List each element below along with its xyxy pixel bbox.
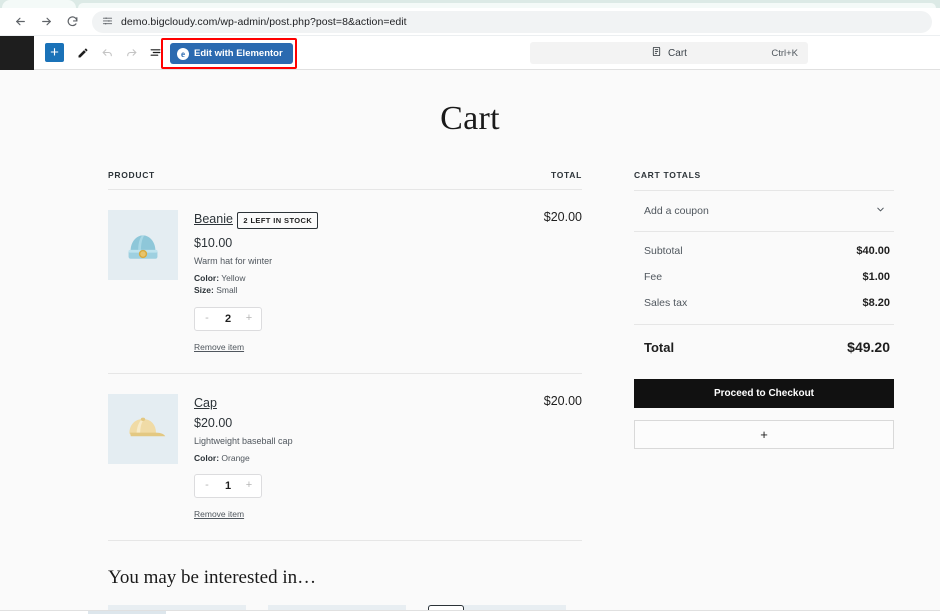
- line-total: $20.00: [532, 210, 582, 355]
- cap-icon[interactable]: [108, 394, 178, 464]
- product-variation: Size: Small: [194, 284, 532, 296]
- express-payment-button[interactable]: +: [634, 420, 894, 449]
- document-icon: [651, 46, 662, 60]
- cart-table-header: PRODUCT TOTAL: [108, 170, 582, 190]
- edit-with-elementor-label: Edit with Elementor: [194, 48, 283, 59]
- wp-editor-toolbar: + e Edit with Elementor Cart Ctrl+K: [0, 36, 940, 70]
- forward-arrow-icon[interactable]: [34, 10, 58, 34]
- total-line-sales-tax: Sales tax $8.20: [634, 290, 894, 316]
- quantity-decrement-button[interactable]: -: [202, 480, 212, 491]
- site-settings-icon[interactable]: [102, 13, 113, 31]
- add-coupon-label: Add a coupon: [644, 205, 709, 217]
- product-variation: Color: Yellow: [194, 272, 532, 284]
- total-line-value: $1.00: [862, 271, 890, 283]
- total-line-value: $8.20: [862, 297, 890, 309]
- sale-badge: SALE: [428, 605, 464, 610]
- status-bar-indicator: [88, 611, 166, 614]
- proceed-to-checkout-button[interactable]: Proceed to Checkout: [634, 379, 894, 408]
- total-line-value: $40.00: [856, 245, 890, 257]
- remove-item-link[interactable]: Remove item: [194, 342, 244, 352]
- total-line-label: Sales tax: [644, 297, 687, 309]
- product-description: Warm hat for winter: [194, 256, 532, 266]
- edit-with-elementor-button[interactable]: e Edit with Elementor: [170, 43, 293, 64]
- list-view-icon[interactable]: [144, 42, 166, 64]
- variation-value: Small: [216, 285, 237, 295]
- total-line-label: Fee: [644, 271, 662, 283]
- reload-icon[interactable]: [60, 10, 84, 34]
- quantity-value: 2: [225, 313, 231, 325]
- cross-sells-section: You may be interested in… SALE: [0, 567, 940, 610]
- cart-totals-title: CART TOTALS: [634, 170, 894, 191]
- quantity-value: 1: [225, 480, 231, 492]
- undo-icon[interactable]: [96, 42, 118, 64]
- editor-canvas: Cart PRODUCT TOTAL: [0, 70, 940, 610]
- address-bar[interactable]: demo.bigcloudy.com/wp-admin/post.php?pos…: [92, 11, 932, 33]
- pencil-icon[interactable]: [72, 42, 94, 64]
- column-header-product: PRODUCT: [108, 170, 155, 180]
- add-coupon-toggle[interactable]: Add a coupon: [634, 191, 894, 232]
- editor-status-bar: Page: [0, 610, 940, 616]
- browser-tab-strip[interactable]: [0, 0, 940, 8]
- remove-item-link[interactable]: Remove item: [194, 509, 244, 519]
- row-details: Beanie 2 LEFT IN STOCK $10.00 Warm hat f…: [194, 210, 532, 355]
- command-bar-shortcut: Ctrl+K: [771, 48, 798, 59]
- browser-toolbar: demo.bigcloudy.com/wp-admin/post.php?pos…: [0, 8, 940, 36]
- quantity-stepper[interactable]: - 1 +: [194, 474, 262, 498]
- totals-lines: Subtotal $40.00 Fee $1.00 Sales tax $8.2…: [634, 232, 894, 325]
- column-header-total: TOTAL: [551, 170, 582, 180]
- total-line-fee: Fee $1.00: [634, 264, 894, 290]
- beanie-icon[interactable]: [108, 210, 178, 280]
- product-price: $20.00: [194, 416, 532, 430]
- cross-sells-heading: You may be interested in…: [108, 567, 892, 605]
- elementor-logo-icon: e: [177, 48, 189, 60]
- address-bar-url: demo.bigcloudy.com/wp-admin/post.php?pos…: [121, 16, 407, 28]
- quantity-increment-button[interactable]: +: [244, 313, 254, 324]
- total-line-subtotal: Subtotal $40.00: [634, 238, 894, 264]
- variation-value: Orange: [221, 453, 249, 463]
- redo-icon[interactable]: [120, 42, 142, 64]
- command-bar-title: Cart: [668, 48, 687, 59]
- command-palette-bar[interactable]: Cart Ctrl+K: [530, 42, 808, 64]
- page-title: Cart: [0, 70, 940, 138]
- product-link[interactable]: Beanie: [194, 212, 233, 226]
- row-details: Cap $20.00 Lightweight baseball cap Colo…: [194, 394, 532, 522]
- grand-total-label: Total: [644, 340, 674, 355]
- browser-active-tab[interactable]: [2, 0, 76, 8]
- grand-total-row: Total $49.20: [634, 325, 894, 371]
- quantity-increment-button[interactable]: +: [244, 480, 254, 491]
- product-price: $10.00: [194, 236, 532, 250]
- add-block-button[interactable]: +: [45, 43, 64, 62]
- wordpress-logo-button[interactable]: [0, 36, 34, 70]
- cart-layout: PRODUCT TOTAL Beanie 2: [0, 138, 940, 541]
- cart-totals-panel: CART TOTALS Add a coupon Subtotal $40.00…: [634, 170, 894, 449]
- product-link[interactable]: Cap: [194, 396, 217, 410]
- total-line-label: Subtotal: [644, 245, 683, 257]
- table-row: Cap $20.00 Lightweight baseball cap Colo…: [108, 374, 582, 541]
- variation-label: Size:: [194, 285, 214, 295]
- editor-tools-group: +: [34, 42, 166, 64]
- quantity-decrement-button[interactable]: -: [202, 313, 212, 324]
- product-description: Lightweight baseball cap: [194, 436, 532, 446]
- product-variation: Color: Orange: [194, 452, 532, 464]
- browser-tab-strip-background: [78, 3, 936, 8]
- line-total: $20.00: [532, 394, 582, 522]
- variation-label: Color:: [194, 453, 219, 463]
- status-badge: 2 LEFT IN STOCK: [237, 212, 318, 229]
- quantity-stepper[interactable]: - 2 +: [194, 307, 262, 331]
- grand-total-value: $49.20: [847, 339, 890, 355]
- back-arrow-icon[interactable]: [8, 10, 32, 34]
- variation-label: Color:: [194, 273, 219, 283]
- table-row: Beanie 2 LEFT IN STOCK $10.00 Warm hat f…: [108, 190, 582, 374]
- variation-value: Yellow: [221, 273, 245, 283]
- chevron-down-icon: [875, 204, 886, 218]
- cart-items-table: PRODUCT TOTAL Beanie 2: [108, 170, 582, 541]
